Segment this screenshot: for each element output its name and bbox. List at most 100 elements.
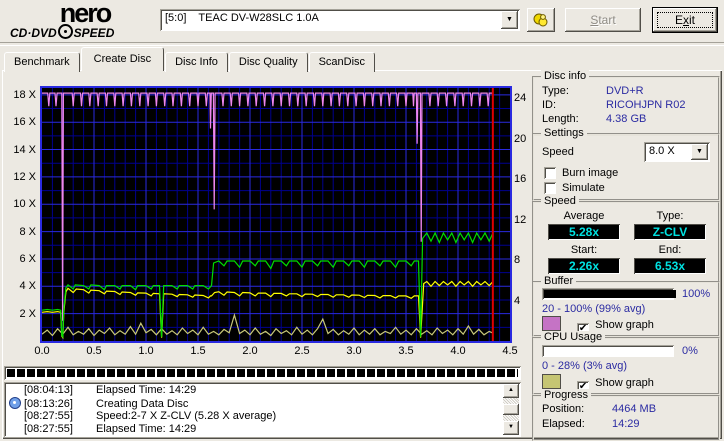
- log-entry[interactable]: [08:04:13]Elapsed Time: 14:29: [6, 384, 501, 397]
- log-entry-text: Elapsed Time: 14:29: [82, 384, 196, 396]
- average-speed-value: 5.28x: [548, 224, 620, 240]
- cpu-show-graph-label: Show graph: [595, 377, 654, 389]
- buffer-title: Buffer: [541, 275, 576, 287]
- log-entry[interactable]: [08:13:26]Creating Data Disc: [6, 397, 501, 410]
- y-right-tick: 24: [514, 92, 538, 104]
- y-left-tick: 4 X: [6, 280, 36, 292]
- log-entry-time: [08:04:13]: [24, 384, 82, 397]
- drive-select[interactable]: [5:0] TEAC DV-W28SLC 1.0A ▼: [160, 9, 520, 31]
- x-tick: 0.0: [31, 345, 53, 357]
- disc-id-label: ID:: [542, 99, 556, 111]
- scrollbar-thumb[interactable]: [503, 404, 519, 415]
- log-scrollbar[interactable]: ▲ ▼: [503, 384, 519, 435]
- disc-length-label: Length:: [542, 113, 579, 125]
- burn-progress-bar: [4, 366, 521, 380]
- simulate-checkbox[interactable]: [544, 182, 556, 194]
- exit-button[interactable]: Exit: [653, 8, 717, 32]
- y-left-tick: 14 X: [6, 144, 36, 156]
- cpu-color-swatch: [542, 374, 561, 389]
- log-entry-time: [08:27:55]: [24, 423, 82, 435]
- cpu-range: 0 - 28% (3% avg): [542, 360, 627, 372]
- x-tick: 3.0: [343, 345, 365, 357]
- settings-title: Settings: [541, 127, 587, 139]
- tab-scandisc[interactable]: ScanDisc: [309, 52, 375, 72]
- cpu-usage-title: CPU Usage: [541, 331, 605, 343]
- x-tick: 2.0: [239, 345, 261, 357]
- y-left-tick: 6 X: [6, 253, 36, 265]
- chevron-down-icon[interactable]: ▼: [691, 144, 708, 160]
- position-label: Position:: [542, 403, 584, 415]
- nero-logo: nero CD·DVDSPEED: [10, 2, 160, 42]
- buffer-meter-fill: [544, 290, 676, 298]
- x-tick: 0.5: [83, 345, 105, 357]
- speed-select-value: 8.0 X: [649, 145, 675, 157]
- simulate-option[interactable]: Simulate: [544, 182, 605, 194]
- burn-progress-fill: [7, 369, 518, 377]
- scroll-down-icon[interactable]: ▼: [503, 421, 519, 435]
- position-value: 4464 MB: [612, 403, 656, 415]
- burn-options-button[interactable]: [527, 8, 555, 32]
- log-listbox[interactable]: [08:04:13]Elapsed Time: 14:29[08:13:26]C…: [4, 382, 521, 437]
- y-right-tick: 4: [514, 295, 538, 307]
- buffer-show-graph-label: Show graph: [595, 319, 654, 331]
- series-write-speed: [42, 233, 492, 337]
- burn-image-checkbox[interactable]: [544, 167, 556, 179]
- tab-disc-quality[interactable]: Disc Quality: [229, 52, 308, 72]
- y-left-tick: 10 X: [6, 198, 36, 210]
- tab-disc-info[interactable]: Disc Info: [165, 52, 228, 72]
- buffer-percent: 100%: [682, 288, 710, 300]
- create-disc-page: Disc info Type: DVD+R ID: RICOHJPN R02 L…: [2, 70, 722, 439]
- elapsed-label: Elapsed:: [542, 418, 585, 430]
- cpu-usage-panel: CPU Usage 0% 0 - 28% (3% avg) ✔Show grap…: [532, 337, 720, 395]
- log-entry-text: Speed:2-7 X Z-CLV (5.28 X average): [82, 410, 276, 422]
- elapsed-value: 14:29: [612, 418, 640, 430]
- scroll-up-icon[interactable]: ▲: [503, 384, 519, 398]
- burn-image-option[interactable]: Burn image: [544, 167, 618, 179]
- y-right-tick: 16: [514, 173, 538, 185]
- write-speed-chart: [40, 86, 512, 343]
- tab-create-disc[interactable]: Create Disc: [81, 47, 164, 71]
- logo-cdvd-text: CD·DVD: [10, 26, 57, 40]
- start-speed-label: Start:: [548, 244, 620, 256]
- chart-plot: [42, 88, 510, 341]
- chevron-down-icon[interactable]: ▼: [501, 11, 518, 29]
- simulate-label: Simulate: [562, 182, 605, 194]
- speed-select[interactable]: 8.0 X ▼: [644, 142, 710, 162]
- series-cpu-usage: [42, 315, 492, 336]
- buffer-meter: [542, 288, 674, 300]
- log-entry-text: Creating Data Disc: [82, 398, 188, 410]
- disc-info-title: Disc info: [541, 70, 589, 82]
- log-rows: [08:04:13]Elapsed Time: 14:29[08:13:26]C…: [6, 384, 501, 435]
- buffer-range: 20 - 100% (99% avg): [542, 303, 645, 315]
- tab-benchmark[interactable]: Benchmark: [4, 52, 80, 72]
- end-speed-label: End:: [634, 244, 706, 256]
- log-entry-text: Elapsed Time: 14:29: [82, 423, 196, 435]
- cpu-meter: [542, 345, 674, 357]
- progress-panel: Progress Position: 4464 MB Elapsed: 14:2…: [532, 395, 720, 441]
- speed-title: Speed: [541, 195, 579, 207]
- x-tick: 2.5: [291, 345, 313, 357]
- tab-bar: BenchmarkCreate DiscDisc InfoDisc Qualit…: [4, 47, 720, 70]
- series-data-rate: [42, 282, 492, 338]
- x-tick: 1.0: [135, 345, 157, 357]
- cpu-percent: 0%: [682, 345, 698, 357]
- type-label: Type:: [634, 210, 706, 222]
- y-right-tick: 12: [514, 214, 538, 226]
- logo-line2: CD·DVDSPEED: [10, 24, 160, 40]
- disc-id-value: RICOHJPN R02: [606, 99, 685, 111]
- yellow-hand-icon: [532, 11, 550, 29]
- end-speed-value: 6.53x: [634, 258, 706, 274]
- x-tick: 4.5: [499, 345, 521, 357]
- y-right-tick: 8: [514, 254, 538, 266]
- exit-label: E: [675, 13, 683, 27]
- start-button[interactable]: Start: [565, 8, 641, 32]
- disc-length-value: 4.38 GB: [606, 113, 646, 125]
- y-left-tick: 16 X: [6, 116, 36, 128]
- burn-image-label: Burn image: [562, 167, 618, 179]
- speed-select-label: Speed: [542, 146, 574, 158]
- y-left-tick: 18 X: [6, 89, 36, 101]
- log-entry[interactable]: [08:27:55]Elapsed Time: 14:29: [6, 423, 501, 435]
- log-entry[interactable]: [08:27:55]Speed:2-7 X Z-CLV (5.28 X aver…: [6, 410, 501, 423]
- app-window: nero CD·DVDSPEED [5:0] TEAC DV-W28SLC 1.…: [0, 0, 724, 441]
- log-entry-time: [08:27:55]: [24, 410, 82, 423]
